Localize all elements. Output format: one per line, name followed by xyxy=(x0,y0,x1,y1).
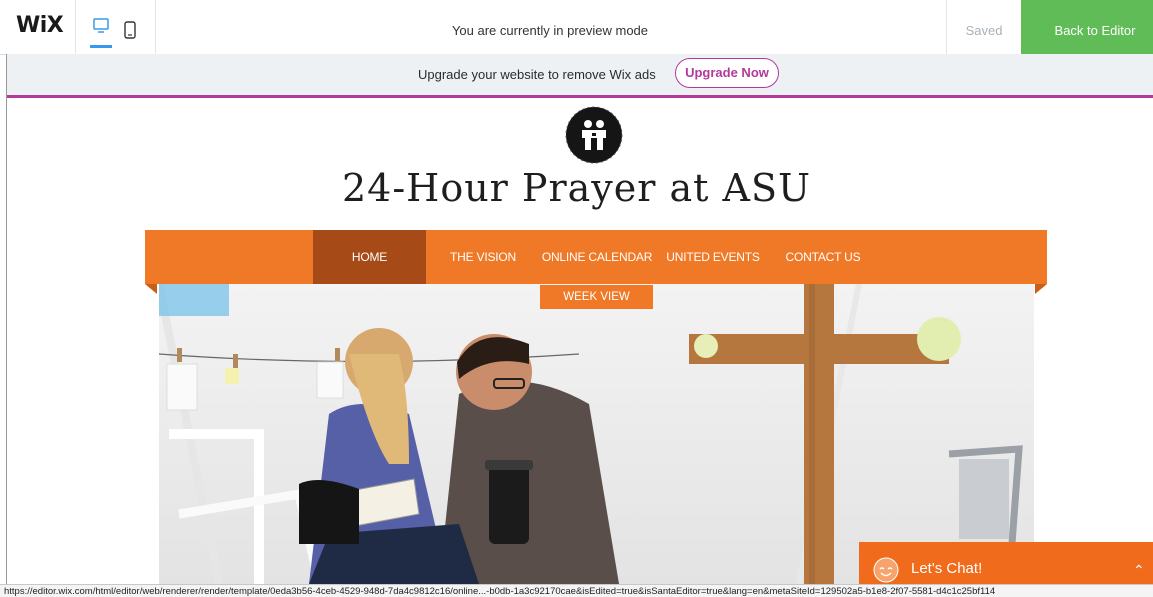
site-nav-bar: HOME THE VISION ONLINE CALENDAR UNITED E… xyxy=(145,230,1047,284)
chevron-up-icon[interactable]: ⌃ xyxy=(1133,562,1145,579)
saved-status: Saved xyxy=(965,23,1003,38)
nav-submenu-week-view[interactable]: WEEK VIEW xyxy=(540,285,653,309)
upgrade-message: Upgrade your website to remove Wix ads xyxy=(418,67,656,82)
nav-item-online-calendar[interactable]: ONLINE CALENDAR xyxy=(541,230,653,284)
upgrade-banner: Upgrade your website to remove Wix ads U… xyxy=(6,54,1153,98)
page-left-edge xyxy=(6,54,7,584)
chat-widget[interactable]: Let's Chat! ⌃ xyxy=(859,542,1153,584)
chat-label: Let's Chat! xyxy=(911,560,983,577)
nav-ribbon-fold-right xyxy=(1035,284,1047,294)
two-people-logo-icon[interactable] xyxy=(565,106,623,164)
back-to-editor-button[interactable]: Back to Editor xyxy=(1021,0,1153,54)
preview-toolbar: WiX You are currently in preview mode Sa… xyxy=(0,0,1153,55)
nav-ribbon-fold-left xyxy=(145,284,157,294)
nav-item-united-events[interactable]: UNITED EVENTS xyxy=(663,230,763,284)
hero-photo xyxy=(159,284,1034,584)
browser-status-url: https://editor.wix.com/html/editor/web/r… xyxy=(0,584,1153,597)
upgrade-now-button[interactable]: Upgrade Now xyxy=(675,58,779,88)
preview-mode-message: You are currently in preview mode xyxy=(451,23,649,38)
site-title: 24-Hour Prayer at ASU xyxy=(341,166,812,210)
smiley-chat-icon xyxy=(873,557,899,583)
nav-item-home[interactable]: HOME xyxy=(313,230,426,284)
nav-item-the-vision[interactable]: THE VISION xyxy=(441,230,525,284)
nav-item-contact-us[interactable]: CONTACT US xyxy=(781,230,865,284)
